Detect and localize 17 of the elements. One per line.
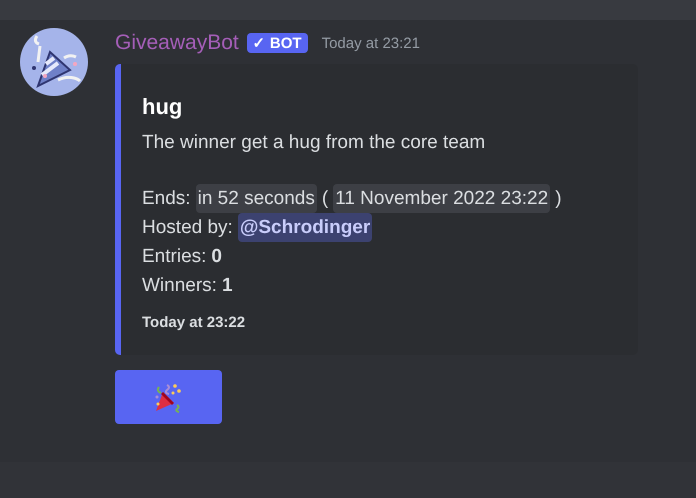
field-label: Ends: — [142, 187, 191, 211]
embed-description: The winner get a hug from the core team — [142, 132, 486, 154]
user-mention[interactable]: @Schrodinger — [238, 213, 372, 242]
relative-time: in 52 seconds — [196, 184, 317, 213]
field-label: Winners: — [142, 274, 217, 298]
parenthesis: ) — [555, 187, 562, 211]
avatar-drawing[interactable] — [20, 28, 88, 96]
bot-badge: ✓ BOT — [246, 33, 308, 53]
date-time: 11 November 2022 23:22 — [333, 184, 550, 213]
field-label: Entries: — [142, 245, 206, 269]
parenthesis: ( — [322, 187, 328, 211]
field-value: 0 — [211, 245, 222, 269]
field-label: Hosted by: — [142, 216, 233, 240]
timestamp: Today at 23:21 — [322, 34, 420, 52]
field-value: 1 — [222, 274, 233, 298]
embed-title: hug — [142, 94, 184, 120]
embed-footer: Today at 23:22 — [142, 314, 618, 331]
